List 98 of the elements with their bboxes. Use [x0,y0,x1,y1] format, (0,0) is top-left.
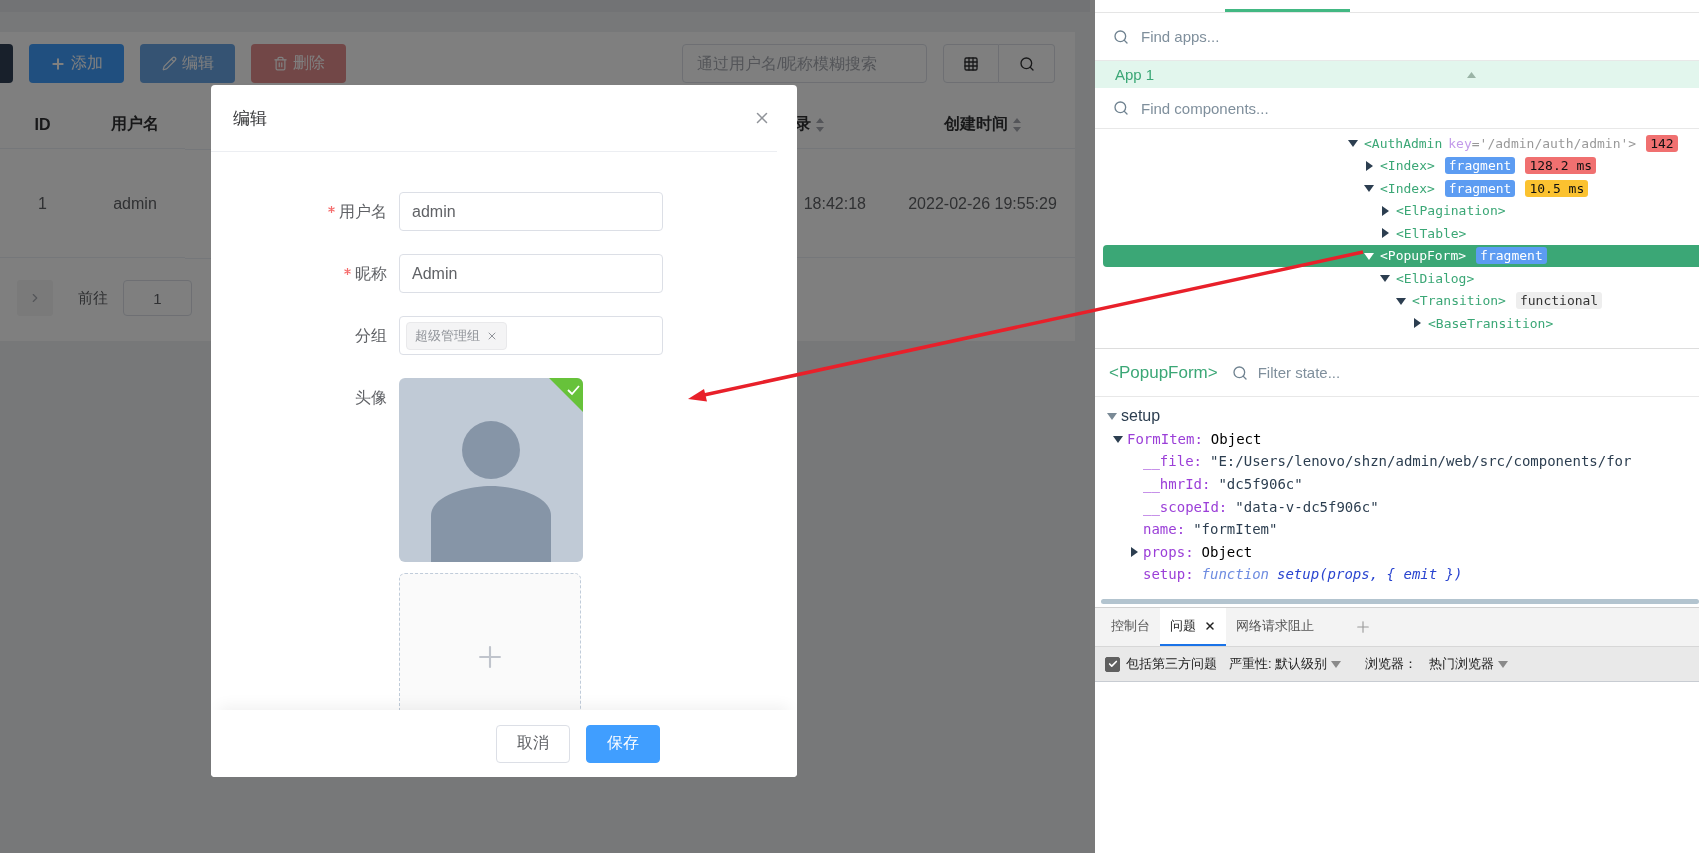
component-badge: 10.5 ms [1525,179,1589,197]
columns-button[interactable] [943,44,999,83]
state-value: "formItem" [1193,521,1278,538]
state-key: __hmrId: [1143,476,1211,493]
column-header: 用户名 [85,101,185,149]
sort-icon[interactable] [1011,116,1022,133]
drawer-tab[interactable]: 问题 [1160,608,1226,646]
search-icon [1113,28,1129,45]
close-tab-icon[interactable] [1204,620,1216,632]
state-key: setup: [1143,566,1194,583]
state-value: setup(props, { emit }) [1277,566,1463,583]
checkbox[interactable] [1105,656,1120,672]
person-silhouette-icon [431,421,551,562]
component-name: <ElTable> [1396,225,1467,241]
component-tree-row[interactable]: <Index> fragment 10.5 ms [1095,177,1699,200]
group-tag: 超级管理组 [406,321,507,350]
prop-key: key [1448,135,1472,151]
browser-label: 浏览器： [1365,655,1418,673]
trash-icon [272,56,288,71]
dialog-title: 编辑 [233,107,267,130]
table-cell: admin [85,150,185,258]
component-name: <Index> [1380,180,1435,196]
component-tree-row[interactable]: <AuthAdmin key='/admin/auth/admin'> 142 [1095,132,1699,155]
expanded-arrow-icon[interactable] [1348,138,1358,149]
prop-value: ='/admin/auth/admin'> [1471,135,1637,151]
component-tree-row[interactable]: <Index> fragment 128.2 ms [1095,154,1699,177]
state-value: Object [1210,430,1262,447]
dropdown-caret-icon [1331,660,1342,668]
expanded-arrow-icon[interactable] [1396,295,1406,306]
component-badge: fragment [1444,179,1516,197]
component-badge: 142 [1646,134,1678,152]
component-name: <Index> [1380,158,1435,174]
search-icon [1113,100,1129,116]
page-field[interactable]: 1 [123,280,192,316]
check-icon [1107,659,1118,669]
sort-icon[interactable] [815,116,825,133]
collapse-caret-icon[interactable] [1467,71,1476,78]
component-name: <AuthAdmin [1364,135,1443,151]
collapsed-arrow-icon[interactable] [1364,160,1374,171]
component-name: <Transition> [1412,293,1506,309]
collapsed-arrow-icon[interactable] [1380,228,1390,239]
state-value: "E:/Users/lenovo/shzn/admin/web/src/components/for [1210,453,1632,470]
drawer-tab[interactable]: 网络请求阻止 [1226,608,1324,646]
goto-label: 前往 [78,288,108,308]
component-name: <BaseTransition> [1428,315,1554,331]
plus-icon [50,55,66,72]
grid-icon [963,55,979,72]
drawer-tab[interactable]: 控制台 [1101,608,1160,646]
component-badge: fragment [1444,157,1516,175]
cancel-button[interactable]: 取消 [496,724,570,763]
search-icon [1231,364,1248,381]
collapsed-arrow-icon[interactable] [1380,205,1390,216]
avatar-image[interactable] [399,378,583,562]
component-tree-row[interactable]: <BaseTransition> [1095,312,1699,335]
expanded-arrow-icon[interactable] [1380,273,1390,284]
component-badge: fragment [1476,247,1547,265]
field-label: 昵称 [355,264,387,284]
component-badge: 128.2 ms [1525,157,1597,175]
selected-component-name: <PopupForm> [1109,362,1218,383]
component-badge: functional [1515,292,1603,310]
browser-dropdown[interactable]: 热门浏览器 [1429,655,1509,673]
state-value: "dc5f906c" [1218,476,1303,493]
severity-dropdown[interactable]: 严重性: 默认级别 [1229,655,1342,673]
field-label: 分组 [355,326,387,346]
state-key: props: [1143,543,1194,560]
dropdown-caret-icon [1498,660,1509,668]
column-header: ID [0,101,85,149]
component-tree-row[interactable]: <ElDialog> [1095,267,1699,290]
field-label: 用户名 [339,202,387,222]
table-cell: 1 [0,150,85,258]
table-cell: 2022-02-26 19:55:29 [890,150,1075,258]
section-label: setup [1121,407,1161,426]
horizontal-scrollbar[interactable] [1101,599,1699,604]
field-label: 头像 [355,388,387,408]
expanded-arrow-icon[interactable] [1364,183,1374,194]
function-keyword: function [1201,566,1269,583]
collapsed-arrow-icon[interactable] [1412,318,1422,329]
text-field[interactable]: admin [399,192,663,231]
state-value: Object [1201,543,1253,560]
state-key: name: [1143,521,1186,538]
state-key: __file: [1143,453,1202,470]
component-name: <ElDialog> [1396,270,1475,286]
state-key: FormItem: [1127,430,1203,447]
pencil-icon [161,56,177,71]
component-tree-row[interactable]: <Transition> functional [1095,289,1699,312]
expanded-arrow-icon[interactable] [1113,433,1123,444]
column-header: 创建时间 [943,114,1008,134]
search-button[interactable] [999,44,1055,83]
checkbox-label: 包括第三方问题 [1126,655,1217,673]
state-key: __scopeId: [1143,498,1228,515]
state-value: "data-v-dc5f906c" [1235,498,1379,515]
text-field[interactable]: Admin [399,254,663,293]
component-name: <PopupForm> [1380,248,1467,264]
collapsed-arrow-icon[interactable] [1129,546,1139,557]
plus-icon [1354,618,1372,636]
search-icon [1018,55,1035,72]
component-name: <ElPagination> [1396,203,1506,219]
component-tree-row[interactable]: <ElPagination> [1095,199,1699,222]
